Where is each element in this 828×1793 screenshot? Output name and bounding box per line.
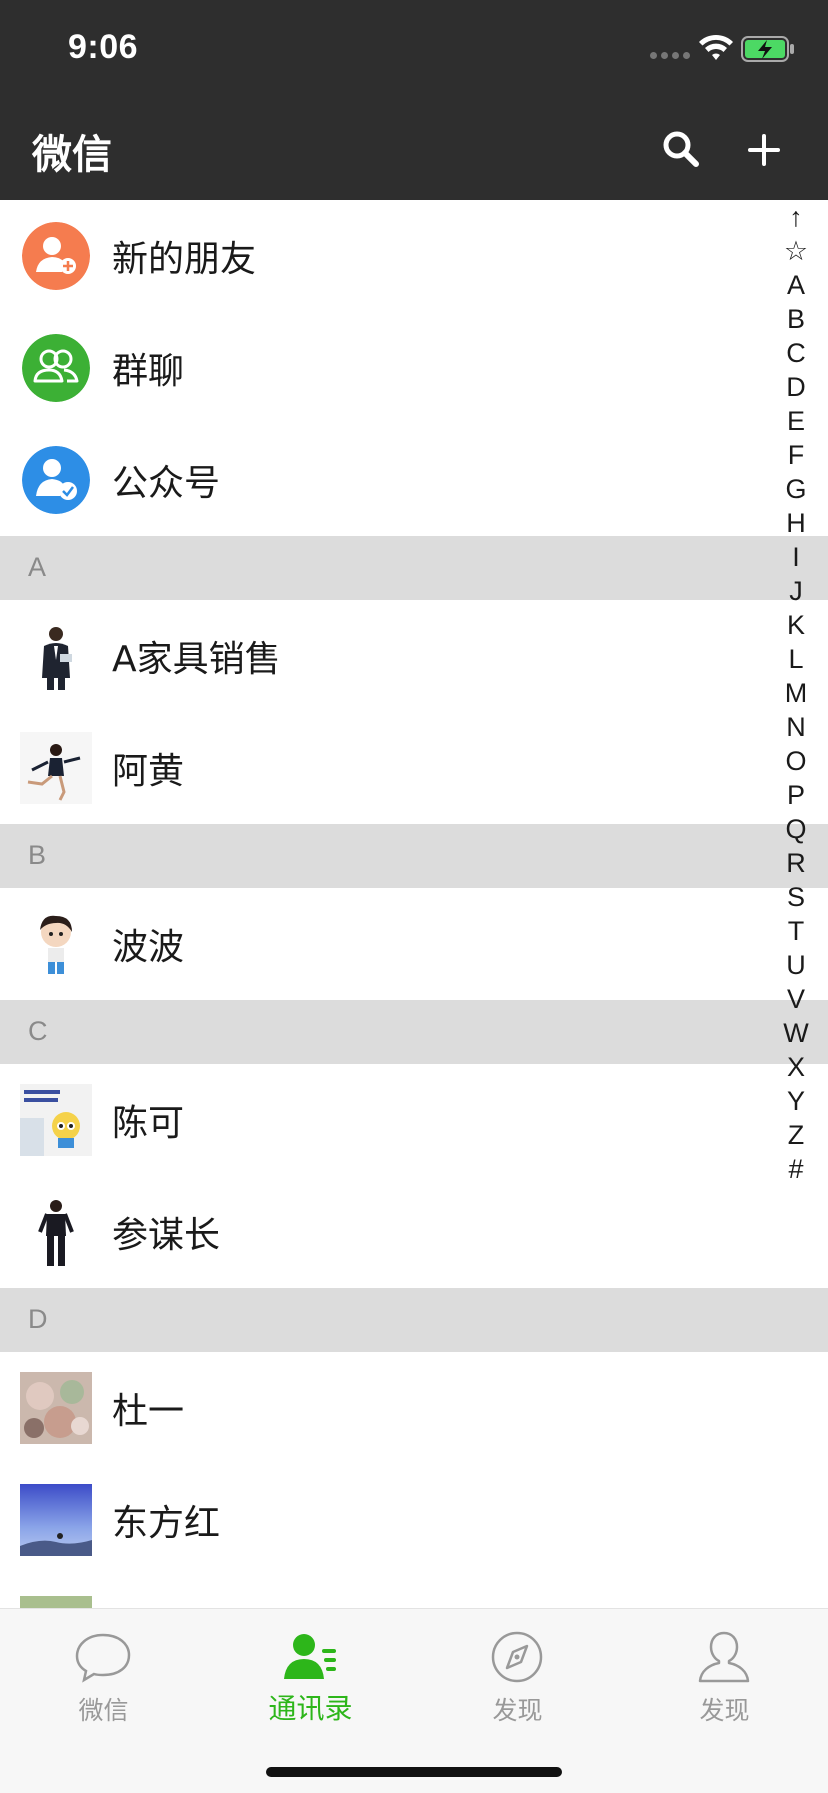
compass-icon	[491, 1631, 543, 1683]
new-friends-row[interactable]: 新的朋友	[0, 200, 828, 312]
profile-icon	[698, 1631, 750, 1683]
contact-name: 波波	[112, 927, 185, 968]
index-letter[interactable]: M	[774, 676, 818, 710]
group-chat-icon	[22, 334, 90, 402]
official-account-icon	[22, 446, 90, 514]
tab-label: 微信	[78, 1696, 129, 1725]
group-chats-row[interactable]: 群聊	[0, 312, 828, 424]
cellular-signal-icon	[650, 52, 690, 59]
add-icon[interactable]	[734, 120, 794, 180]
tab-label: 发现	[699, 1696, 750, 1725]
index-letter[interactable]: P	[774, 778, 818, 812]
index-letter[interactable]: V	[774, 982, 818, 1016]
contact-name: 参谋长	[112, 1215, 221, 1256]
index-letter[interactable]: Q	[774, 812, 818, 846]
section-letter: A	[28, 552, 47, 582]
official-accounts-label: 公众号	[112, 463, 221, 504]
section-letter: B	[28, 840, 47, 870]
tab-chats[interactable]: 微信	[0, 1609, 207, 1729]
index-letter[interactable]: Y	[774, 1084, 818, 1118]
contact-name: 阿黄	[112, 751, 185, 792]
index-letter[interactable]: O	[774, 744, 818, 778]
contacts-list[interactable]: 新的朋友 群聊 公众号 A A家具销售 阿黄 B 波波 C 陈可 参谋长 D 杜…	[0, 200, 828, 1608]
index-letter[interactable]: S	[774, 880, 818, 914]
battery-charging-icon	[741, 36, 794, 62]
home-indicator	[266, 1767, 562, 1777]
page-title: 微信	[32, 132, 112, 178]
tab-label: 通讯录	[268, 1692, 353, 1725]
index-letter[interactable]: W	[774, 1016, 818, 1050]
add-friend-icon	[22, 222, 90, 290]
contact-row[interactable]: 参谋长	[0, 1176, 828, 1288]
group-chats-label: 群聊	[112, 351, 185, 392]
index-letter[interactable]: J	[774, 574, 818, 608]
index-letter[interactable]: C	[774, 336, 818, 370]
contact-name: A家具销售	[112, 639, 281, 680]
index-letter[interactable]: D	[774, 370, 818, 404]
section-header-d: D	[0, 1288, 828, 1352]
index-letter[interactable]: I	[774, 540, 818, 574]
wifi-icon	[699, 34, 733, 60]
status-time: 9:06	[68, 28, 139, 66]
index-letter[interactable]: F	[774, 438, 818, 472]
tab-me[interactable]: 发现	[621, 1609, 828, 1729]
contact-row[interactable]: 波波	[0, 888, 828, 1000]
section-header-a: A	[0, 536, 828, 600]
index-letter[interactable]: L	[774, 642, 818, 676]
contacts-icon	[284, 1634, 336, 1679]
index-letter[interactable]: X	[774, 1050, 818, 1084]
contact-row[interactable]: 阿黄	[0, 712, 828, 824]
index-letter[interactable]: B	[774, 302, 818, 336]
index-letter[interactable]: Z	[774, 1118, 818, 1152]
index-letter[interactable]: ☆	[774, 234, 818, 268]
contact-avatar	[20, 1084, 92, 1156]
index-letter[interactable]: R	[774, 846, 818, 880]
contact-avatar	[20, 620, 92, 692]
alphabet-index[interactable]: ↑ ☆ A B C D E F G H I J K L M N O P Q R S T U V W X Y Z #	[774, 200, 818, 1186]
index-letter[interactable]: H	[774, 506, 818, 540]
contact-avatar	[20, 908, 92, 980]
index-letter[interactable]: A	[774, 268, 818, 302]
index-letter[interactable]: ↑	[774, 200, 818, 234]
index-letter[interactable]: N	[774, 710, 818, 744]
contact-avatar	[20, 1372, 92, 1444]
contact-name: 杜一	[112, 1391, 185, 1432]
contact-avatar	[20, 1196, 92, 1268]
contact-row[interactable]: 东方红	[0, 1464, 828, 1576]
tab-contacts[interactable]: 通讯录	[207, 1609, 414, 1729]
contact-name: 东方红	[112, 1503, 221, 1544]
section-header-c: C	[0, 1000, 828, 1064]
chat-bubble-icon	[75, 1633, 131, 1683]
index-letter[interactable]: K	[774, 608, 818, 642]
section-header-b: B	[0, 824, 828, 888]
index-letter[interactable]: #	[774, 1152, 818, 1186]
contact-avatar	[20, 1596, 92, 1608]
tab-label: 发现	[492, 1696, 543, 1725]
new-friends-label: 新的朋友	[112, 239, 257, 280]
tab-discover[interactable]: 发现	[414, 1609, 621, 1729]
contact-row[interactable]: 杜一	[0, 1352, 828, 1464]
tab-bar: 微信 通讯录 发现 发现	[0, 1608, 828, 1793]
index-letter[interactable]: E	[774, 404, 818, 438]
index-letter[interactable]: T	[774, 914, 818, 948]
contact-row[interactable]	[0, 1576, 828, 1608]
contact-row[interactable]: 陈可	[0, 1064, 828, 1176]
contact-name: 陈可	[112, 1103, 185, 1144]
contact-avatar	[20, 732, 92, 804]
index-letter[interactable]: G	[774, 472, 818, 506]
navigation-bar: 微信	[0, 100, 828, 200]
contact-avatar	[20, 1484, 92, 1556]
section-letter: C	[28, 1016, 48, 1046]
section-letter: D	[28, 1304, 48, 1334]
official-accounts-row[interactable]: 公众号	[0, 424, 828, 536]
index-letter[interactable]: U	[774, 948, 818, 982]
status-bar: 9:06	[0, 0, 828, 100]
contact-row[interactable]: A家具销售	[0, 600, 828, 712]
search-icon[interactable]	[652, 120, 712, 180]
